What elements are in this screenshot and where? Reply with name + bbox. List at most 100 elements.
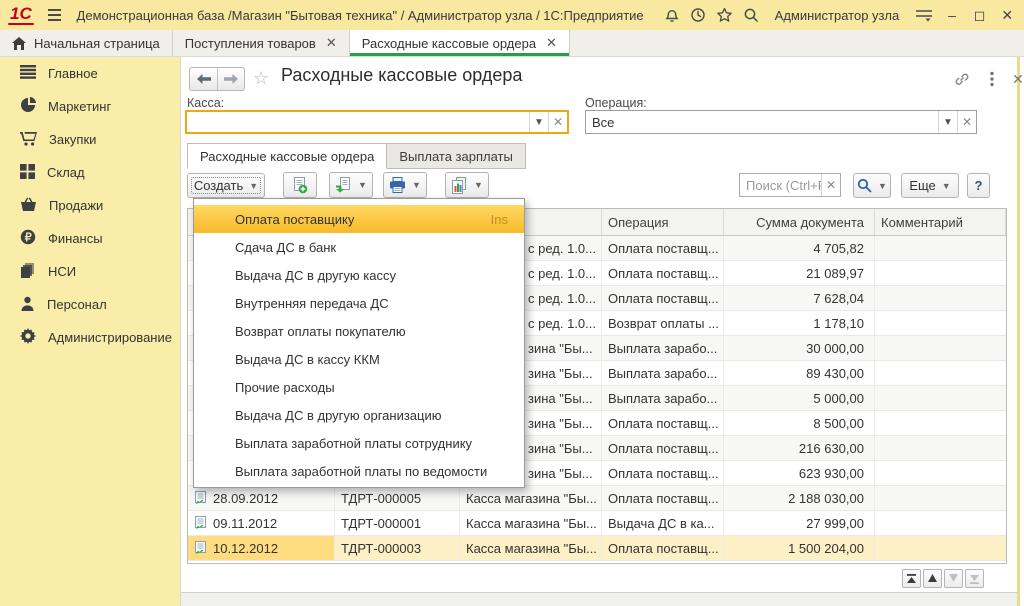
sidebar: Главное Маркетинг Закупки Склад Продажи … [0,57,180,606]
menu-item-label: Сдача ДС в банк [235,240,336,255]
reports-button[interactable]: ▼ [445,172,489,198]
current-user-label[interactable]: Администратор узла [775,8,900,23]
kassa-clear-icon[interactable]: ✕ [548,112,567,132]
document-operation: Оплата поставщ... [608,416,719,431]
document-kassa: зина "Бы... [528,416,593,431]
service-menu-icon[interactable] [915,5,933,25]
sidebar-item-menu-lines[interactable]: Главное [0,57,180,90]
1c-logo-icon[interactable]: 1С [8,4,38,26]
document-amount: 1 178,10 [813,316,864,331]
go-to-last-row-button [965,569,984,588]
document-operation: Выплата зарабо... [608,391,717,406]
find-button[interactable]: ▼ [853,173,891,198]
document-operation: Выплата зарабо... [608,341,717,356]
grid-icon [20,164,35,182]
document-amount: 21 089,97 [806,266,864,281]
column-header[interactable]: Сумма документа [724,209,875,235]
sidebar-item-grid[interactable]: Склад [0,156,180,189]
menu-item-label: Возврат оплаты покупателю [235,324,406,339]
copy-document-button[interactable] [283,172,317,198]
app-window: 1С Демонстрационная база /Магазин "Бытов… [0,0,1024,606]
menu-item[interactable]: Выдача ДС в другую организацию [194,401,524,429]
main-menu-icon[interactable] [48,9,61,21]
column-header[interactable]: Комментарий [875,209,1006,235]
operation-field[interactable]: Все ▼ ✕ [585,110,977,134]
search-input[interactable] [740,174,821,196]
back-button[interactable] [190,68,217,90]
forward-button[interactable] [217,68,244,90]
minimize-button[interactable]: – [943,5,961,25]
create-based-on-button[interactable]: ▼ [329,172,373,198]
tab-label: Расходные кассовые ордера [362,36,536,51]
kassa-dropdown-icon[interactable]: ▼ [529,112,548,132]
table-row[interactable]: 28.09.2012 ТДРТ-000005 Касса магазина "Б… [188,486,1006,511]
tab[interactable]: Расходные кассовые ордера ✕ [350,30,570,56]
create-button[interactable]: Создать▼ [187,173,265,198]
menu-item[interactable]: Сдача ДС в банк [194,233,524,261]
menu-item[interactable]: Внутренняя передача ДС [194,289,524,317]
form-more-icon[interactable] [983,71,1001,87]
sidebar-item-pie-chart[interactable]: Маркетинг [0,90,180,123]
notifications-bell-icon[interactable] [664,5,680,25]
pie-chart-icon [20,97,36,116]
sidebar-item-basket[interactable]: Продажи [0,189,180,222]
sidebar-item-gear[interactable]: Администрирование [0,321,180,354]
list-tab[interactable]: Выплата зарплаты [387,143,526,169]
sidebar-item-label: Персонал [47,297,107,312]
menu-item[interactable]: Выдача ДС в кассу ККМ [194,345,524,373]
history-icon[interactable] [690,5,706,25]
column-header[interactable]: Операция [602,209,724,235]
sidebar-item-books[interactable]: НСИ [0,255,180,288]
table-row[interactable]: 10.12.2012 ТДРТ-000003 Касса магазина "Б… [188,536,1006,561]
document-date: 09.11.2012 [213,516,277,531]
sidebar-item-person[interactable]: Персонал [0,288,180,321]
document-amount: 27 999,00 [806,516,864,531]
menu-item[interactable]: Выплата заработной платы по ведомости [194,457,524,485]
tab-close-icon[interactable]: ✕ [326,35,337,51]
menu-item[interactable]: Выдача ДС в другую кассу [194,261,524,289]
operation-clear-icon[interactable]: ✕ [957,111,976,133]
chevron-down-icon: ▼ [878,181,887,191]
go-to-first-row-button[interactable] [902,569,921,588]
create-button-label: Создать [194,178,243,193]
operation-dropdown-icon[interactable]: ▼ [938,111,957,133]
operation-field-value[interactable]: Все [586,115,938,130]
document-date: 10.12.2012 [213,541,278,556]
form-close-icon[interactable]: ✕ [1009,71,1024,87]
document-kassa: зина "Бы... [528,341,593,356]
more-button[interactable]: Еще▼ [901,173,959,198]
document-operation: Выдача ДС в ка... [608,516,715,531]
close-window-button[interactable]: ✕ [998,5,1016,25]
maximize-button[interactable]: ◻ [971,5,989,25]
list-tab[interactable]: Расходные кассовые ордера [187,143,387,169]
menu-item[interactable]: Выплата заработной платы сотруднику [194,429,524,457]
menu-item-label: Прочие расходы [235,380,335,395]
tab-strip: Начальная страница Поступления товаров ✕… [0,30,1024,57]
menu-item[interactable]: Прочие расходы [194,373,524,401]
get-link-icon[interactable] [953,71,971,87]
menu-item[interactable]: Возврат оплаты покупателю [194,317,524,345]
help-button[interactable]: ? [967,173,990,198]
sidebar-item-cart[interactable]: Закупки [0,123,180,156]
posted-document-icon [194,516,207,530]
tab-label: Поступления товаров [185,36,316,51]
search-clear-icon[interactable]: ✕ [821,174,840,196]
tab-close-icon[interactable]: ✕ [546,35,557,51]
kassa-field[interactable]: ▼ ✕ [185,110,569,134]
menu-lines-icon [20,65,36,82]
print-button[interactable]: ▼ [383,172,427,198]
sidebar-item-ruble[interactable]: Финансы [0,222,180,255]
favorites-star-icon[interactable] [716,5,733,25]
window-edge-accent [1017,57,1020,606]
menu-item[interactable]: Оплата поставщику Ins [194,205,524,233]
table-row[interactable]: 09.11.2012 ТДРТ-000001 Касса магазина "Б… [188,511,1006,536]
sidebar-item-label: Склад [47,165,85,180]
tab[interactable]: Поступления товаров ✕ [173,30,350,56]
previous-row-button[interactable] [923,569,942,588]
global-search-icon[interactable] [743,5,759,25]
document-number: ТДРТ-000005 [341,491,421,506]
document-operation: Оплата поставщ... [608,466,719,481]
tab[interactable]: Начальная страница [0,30,173,56]
add-to-favorites-star-icon[interactable]: ☆ [253,68,269,89]
document-amount: 89 430,00 [806,366,864,381]
